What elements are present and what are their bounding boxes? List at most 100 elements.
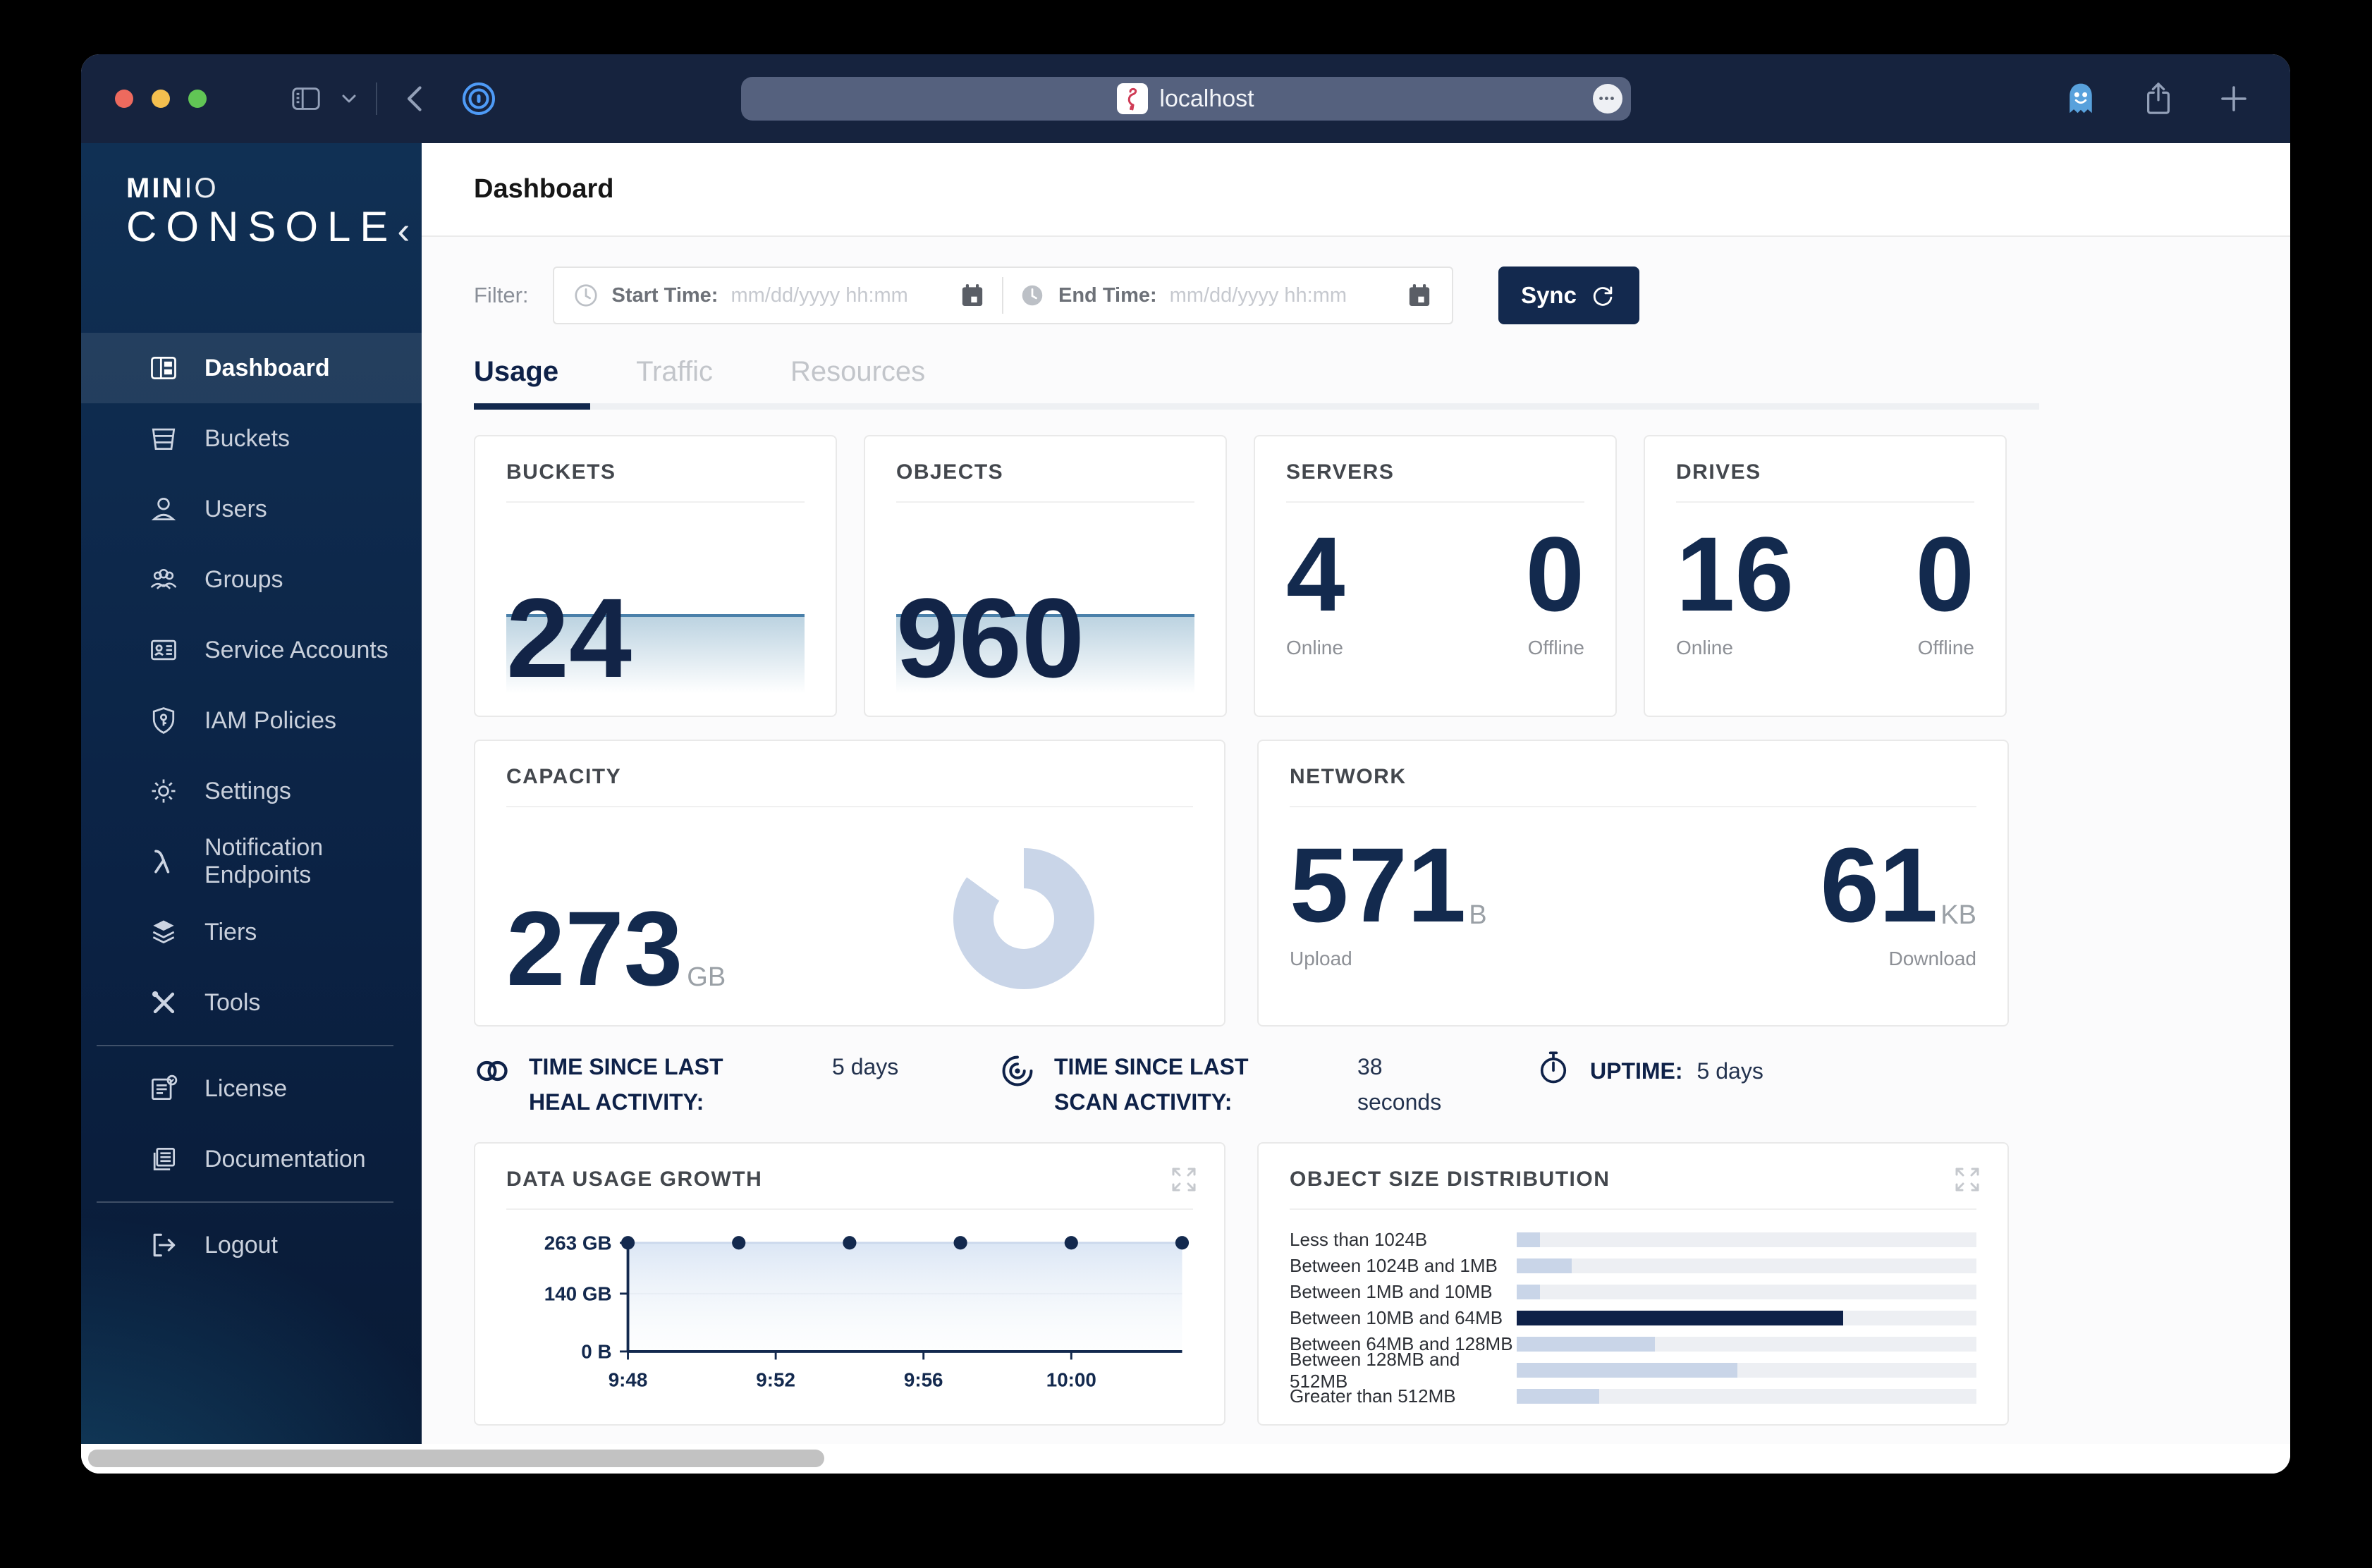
sidebar-item-service-accounts[interactable]: Service Accounts — [81, 615, 422, 685]
layers-icon — [148, 917, 179, 948]
sidebar-item-label: Buckets — [204, 425, 290, 453]
network-upload-label: Upload — [1290, 948, 1487, 970]
browser-window: localhost ••• — [81, 54, 2290, 1474]
sidebar-item-groups[interactable]: Groups — [81, 544, 422, 615]
sidebar-item-notification-endpoints[interactable]: Notification Endpoints — [81, 826, 422, 897]
sidebar-item-label: Settings — [204, 778, 291, 805]
sidebar-item-users[interactable]: Users — [81, 474, 422, 544]
sync-button[interactable]: Sync — [1498, 267, 1639, 324]
sidebar-item-label: Service Accounts — [204, 637, 389, 664]
address-bar-url: localhost — [1159, 85, 1254, 113]
sidebar-item-label: IAM Policies — [204, 707, 336, 735]
license-icon — [148, 1073, 179, 1104]
tools-icon — [148, 987, 179, 1018]
card-divider — [1290, 806, 1976, 807]
page-title: Dashboard — [474, 174, 613, 204]
sidebar-item-dashboard[interactable]: Dashboard — [81, 333, 422, 403]
start-time-field[interactable]: Start Time: — [573, 281, 987, 310]
sidebar-divider — [97, 1045, 393, 1046]
minimize-window-button[interactable] — [152, 90, 170, 108]
share-icon[interactable] — [2142, 81, 2175, 116]
servers-online-count: 4 — [1286, 525, 1345, 623]
osd-row: Between 10MB and 64MB — [1290, 1305, 1976, 1331]
sidebar-item-documentation[interactable]: Documentation — [81, 1124, 422, 1194]
active-tab-indicator — [474, 403, 590, 410]
sidebar-chevron-down-icon[interactable] — [341, 90, 357, 107]
network-upload-unit: B — [1469, 900, 1486, 931]
object-size-distribution-card: OBJECT SIZE DISTRIBUTION — [1257, 1142, 2009, 1426]
horizontal-scrollbar-thumb[interactable] — [88, 1450, 824, 1467]
svg-text:9:56: 9:56 — [904, 1369, 943, 1391]
svg-text:0 B: 0 B — [581, 1341, 611, 1363]
card-title: NETWORK — [1290, 765, 1976, 789]
osd-bar-track — [1517, 1389, 1976, 1404]
calendar-icon[interactable] — [958, 281, 986, 310]
tab-traffic[interactable]: Traffic — [636, 356, 713, 403]
filter-field-divider — [1002, 277, 1003, 314]
sidebar-item-label: Dashboard — [204, 355, 330, 382]
calendar-icon[interactable] — [1405, 281, 1433, 310]
address-bar-more-button[interactable]: ••• — [1593, 84, 1622, 114]
sidebar-toggle-icon[interactable] — [290, 82, 322, 115]
window-controls — [115, 90, 207, 108]
osd-category-label: Less than 1024B — [1290, 1229, 1517, 1251]
onepassword-extension-icon[interactable] — [460, 80, 497, 117]
scan-icon — [999, 1053, 1036, 1089]
scan-label: TIME SINCE LAST SCAN ACTIVITY: — [1054, 1050, 1315, 1120]
toolbar-divider — [376, 82, 377, 115]
osd-bar-track — [1517, 1232, 1976, 1247]
svg-text:10:00: 10:00 — [1046, 1369, 1096, 1391]
osd-bar — [1517, 1363, 1737, 1378]
card-divider — [1286, 501, 1584, 503]
network-card: NETWORK 571 B Upload — [1257, 740, 2009, 1027]
heal-value: 5 days — [832, 1050, 903, 1085]
user-icon — [148, 494, 179, 525]
card-divider — [506, 501, 805, 503]
start-time-label: Start Time: — [612, 284, 719, 307]
servers-offline-count: 0 — [1526, 525, 1584, 623]
filter-label: Filter: — [474, 283, 529, 308]
drives-offline-label: Offline — [1918, 637, 1974, 659]
drives-online-label: Online — [1676, 637, 1794, 659]
address-bar[interactable]: localhost ••• — [741, 77, 1631, 121]
capacity-card: CAPACITY 273 GB — [474, 740, 1225, 1027]
sidebar-collapse-icon[interactable]: ‹ — [397, 214, 410, 251]
end-time-input[interactable] — [1170, 284, 1393, 307]
osd-bar — [1517, 1389, 1599, 1404]
osd-bar-track — [1517, 1337, 1976, 1352]
lambda-icon — [148, 846, 179, 877]
sidebar-item-license[interactable]: License — [81, 1053, 422, 1124]
svg-text:9:52: 9:52 — [756, 1369, 795, 1391]
bottom-scrollbar-strip — [81, 1444, 2290, 1474]
end-time-field[interactable]: End Time: — [1019, 281, 1433, 310]
uptime-label: UPTIME: — [1590, 1054, 1683, 1089]
back-button[interactable] — [401, 83, 432, 114]
expand-icon[interactable] — [1952, 1165, 1982, 1194]
close-window-button[interactable] — [115, 90, 133, 108]
sidebar-item-buckets[interactable]: Buckets — [81, 403, 422, 474]
osd-bar — [1517, 1311, 1843, 1325]
site-favicon-minio-flamingo-icon — [1117, 83, 1148, 114]
tab-resources[interactable]: Resources — [790, 356, 925, 403]
ghostery-extension-icon[interactable] — [2062, 80, 2100, 118]
network-download-unit: KB — [1940, 900, 1976, 931]
zoom-window-button[interactable] — [188, 90, 207, 108]
svg-text:140 GB: 140 GB — [544, 1283, 612, 1305]
new-tab-plus-icon[interactable] — [2217, 82, 2251, 116]
heal-activity: TIME SINCE LAST HEAL ACTIVITY: 5 days — [474, 1050, 999, 1120]
sidebar-item-settings[interactable]: Settings — [81, 756, 422, 826]
sidebar-item-iam-policies[interactable]: IAM Policies — [81, 685, 422, 756]
sidebar-item-tiers[interactable]: Tiers — [81, 897, 422, 967]
start-time-input[interactable] — [730, 284, 946, 307]
sidebar-item-tools[interactable]: Tools — [81, 967, 422, 1038]
svg-text:263 GB: 263 GB — [544, 1232, 612, 1254]
osd-row: Greater than 512MB — [1290, 1383, 1976, 1409]
osd-row: Less than 1024B — [1290, 1227, 1976, 1253]
capacity-donut-chart — [953, 848, 1094, 989]
sidebar-item-logout[interactable]: Logout — [81, 1210, 422, 1280]
osd-bar — [1517, 1258, 1572, 1273]
object-size-distribution-chart: Less than 1024B Between 1024B and 1MB Be… — [1290, 1227, 1976, 1409]
tab-usage[interactable]: Usage — [474, 356, 558, 403]
osd-category-label: Between 1MB and 10MB — [1290, 1281, 1517, 1303]
expand-icon[interactable] — [1169, 1165, 1199, 1194]
